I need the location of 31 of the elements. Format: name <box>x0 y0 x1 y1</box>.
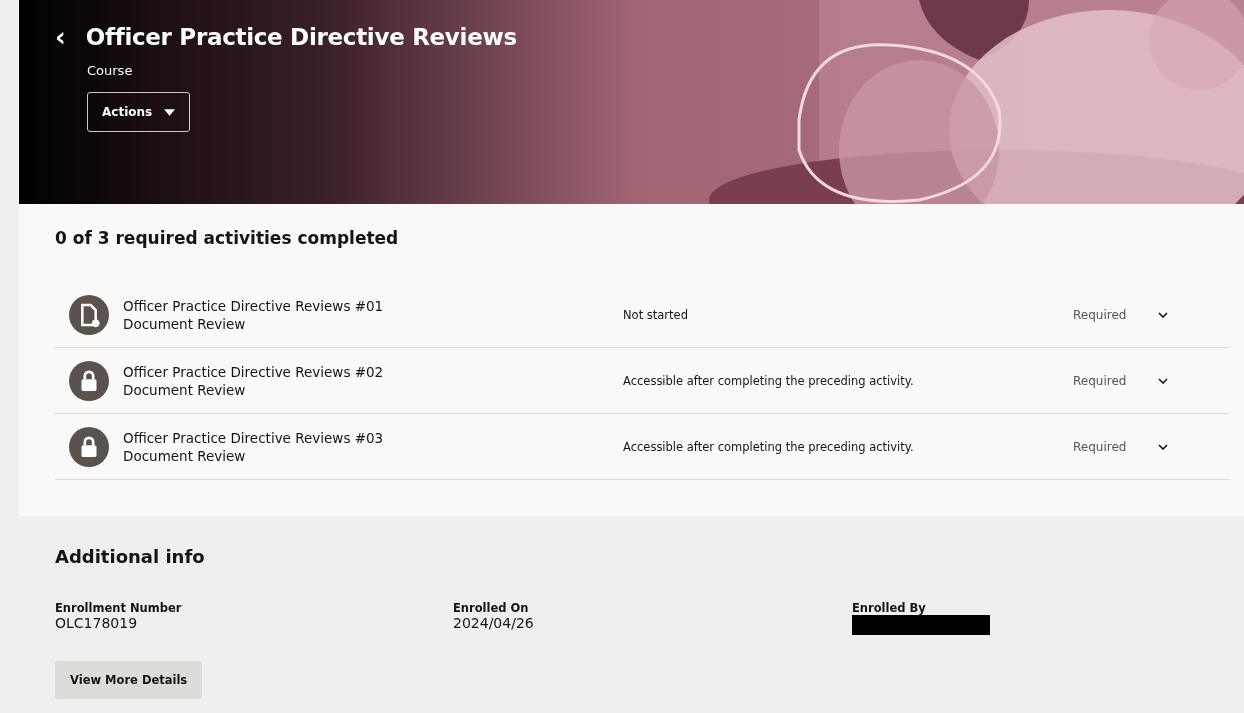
field-label: Enrolled By <box>852 601 927 615</box>
activity-status: Not started <box>623 307 689 322</box>
document-icon <box>69 294 109 335</box>
caret-icon <box>164 108 176 116</box>
view-more-details-button[interactable]: View More Details <box>55 661 203 699</box>
activity-status: Accessible after completing the preceding activity. <box>623 439 915 454</box>
page-title: Officer Practice Directive Reviews <box>85 24 517 50</box>
back-button[interactable]: ‹ <box>51 24 70 50</box>
activity-title[interactable]: Officer Practice Directive Reviews #02 <box>123 362 623 381</box>
activity-type: Document Review <box>123 380 247 399</box>
activity-type: Document Review <box>123 314 247 333</box>
course-label: Course <box>87 63 134 78</box>
requirement-label: Required <box>1073 307 1128 322</box>
requirement-label: Required <box>1073 373 1128 388</box>
chevron-down-icon[interactable] <box>1158 311 1168 318</box>
chevron-down-icon[interactable] <box>1158 377 1168 384</box>
lock-icon <box>69 360 109 401</box>
lock-icon <box>69 426 109 467</box>
progress-summary: 0 of 3 required activities completed <box>55 228 400 248</box>
field-label: Enrolled On <box>453 601 530 615</box>
activity-title[interactable]: Officer Practice Directive Reviews #01 <box>123 296 623 315</box>
field-value: OLC178019 <box>55 615 139 631</box>
field-label: Enrollment Number <box>55 601 183 615</box>
section-heading: Additional info <box>55 546 206 567</box>
actions-button[interactable]: Actions <box>87 92 191 132</box>
chevron-down-icon[interactable] <box>1158 443 1168 450</box>
activity-title[interactable]: Officer Practice Directive Reviews #03 <box>123 428 623 447</box>
field-value: 2024/04/26 <box>453 615 535 631</box>
activity-status: Accessible after completing the preceding activity. <box>623 373 915 388</box>
activity-type: Document Review <box>123 446 247 465</box>
requirement-label: Required <box>1073 439 1128 454</box>
